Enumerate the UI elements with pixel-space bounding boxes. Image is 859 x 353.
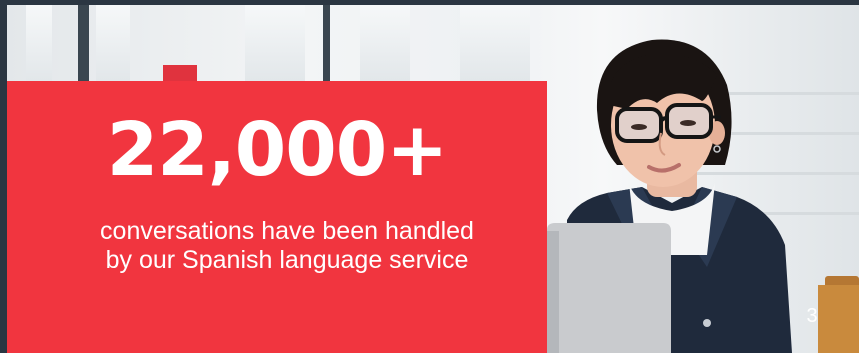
window-frame	[96, 5, 130, 85]
page-number: 3	[806, 305, 818, 327]
window-frame	[460, 5, 530, 85]
background-red-object	[163, 65, 197, 81]
window-frame	[245, 5, 305, 85]
window-frame	[26, 5, 52, 85]
statistic-panel: 22,000+ conversations have been handled …	[7, 81, 547, 353]
window-divider	[78, 5, 89, 85]
slide-left-border	[0, 0, 7, 353]
presentation-slide: 22,000+ conversations have been handled …	[0, 0, 859, 353]
person-with-glasses-using-laptop-icon	[547, 39, 792, 353]
window-frame	[360, 5, 410, 85]
slide-top-border	[0, 0, 859, 5]
statistic-caption: conversations have been handled by our S…	[100, 217, 474, 274]
window-divider	[323, 5, 330, 85]
wooden-chair	[818, 285, 859, 353]
statistic-number: 22,000+	[106, 107, 449, 193]
